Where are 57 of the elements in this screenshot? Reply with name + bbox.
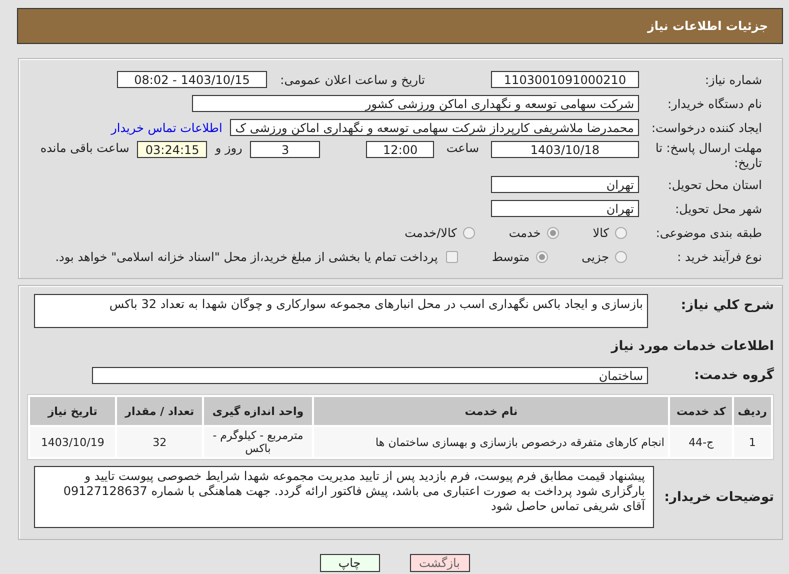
- section-heading: اطلاعات خدمات مورد نیاز: [611, 339, 774, 354]
- field-label: مهلت ارسال پاسخ: تا تاریخ:: [654, 141, 763, 171]
- table-cell: ج-44: [670, 427, 732, 457]
- table-cell: مترمربع - کیلوگرم - باکس: [204, 427, 312, 457]
- field-label: شهر محل تحویل:: [674, 202, 763, 216]
- radio-button[interactable]: [546, 226, 559, 238]
- buyer-notes-textarea[interactable]: پیشنهاد قیمت مطابق فرم پیوست، فرم بازدید پس از تایید مدیریت مجموعه شهدا شرایط خصوصی پیوست تایید و بارگزاری شود پرداخت به صورت اعتباری می باشد، پیش فاکتور ارائه گردد. جهت هماهنگی با شماره 09127128637 آقای شریفی تماس حاصل شود: [34, 466, 654, 528]
- column-header: ردیف: [734, 397, 771, 425]
- page-title-bar: جزئیات اطلاعات نیاز: [17, 8, 783, 44]
- city-field: تهران: [491, 200, 639, 217]
- field-label: شرح کلي نیاز:: [680, 297, 774, 313]
- field-label: شماره نیاز:: [704, 72, 763, 86]
- column-header: کد خدمت: [670, 397, 732, 425]
- field-label: استان محل تحویل:: [666, 178, 763, 192]
- field-label: طبقه بندی موضوعی:: [654, 226, 763, 240]
- field-label: توضیحات خریدار:: [663, 490, 774, 504]
- radio-button[interactable]: [462, 226, 475, 238]
- print-button[interactable]: چاپ: [320, 554, 380, 572]
- field-label: گروه خدمت:: [693, 368, 774, 383]
- back-button[interactable]: بازگشت: [410, 554, 470, 572]
- radio-button[interactable]: [615, 226, 627, 238]
- radio-label: متوسط: [492, 250, 530, 264]
- radio-label: جزیی: [582, 250, 609, 264]
- field-label: نام دستگاه خریدار:: [666, 96, 763, 110]
- field-label: ساعت باقی مانده: [40, 141, 130, 155]
- announce-date-field: 1403/10/15 - 08:02: [117, 71, 267, 88]
- contact-link[interactable]: اطلاعات تماس خریدار: [111, 120, 222, 134]
- table-cell: انجام کارهای متفرقه درخصوص بازسازی و بهسازی ساختمان ها: [314, 427, 668, 457]
- deadline-date-field: 1403/10/18: [491, 141, 639, 158]
- service-group-field: ساختمان: [92, 367, 648, 384]
- radio-label: کالا/خدمت: [404, 226, 457, 240]
- radio-button[interactable]: [536, 250, 548, 262]
- column-header: تاریخ نیاز: [30, 397, 116, 425]
- deadline-time-field: 12:00: [366, 141, 434, 158]
- need-number-field: 1103001091000210: [491, 71, 639, 88]
- days-field: 3: [250, 141, 320, 158]
- table-cell: 1: [734, 427, 771, 457]
- radio-label: خدمت: [508, 226, 541, 240]
- table-cell: 1403/10/19: [30, 427, 116, 457]
- radio-label: کالا: [592, 226, 609, 240]
- column-header: واحد اندازه گیری: [204, 397, 312, 425]
- province-field: تهران: [491, 176, 639, 193]
- payment-checkbox[interactable]: [446, 250, 458, 262]
- buyer-field: شرکت سهامی توسعه و نگهداری اماکن ورزشی کشور: [192, 95, 639, 112]
- field-label: ایجاد کننده درخواست:: [650, 120, 763, 134]
- field-label: ساعت: [446, 141, 479, 155]
- field-label: روز و: [215, 141, 242, 155]
- creator-field: محمدرضا ملاشریفی کارپرداز شرکت سهامی توسعه و نگهداری اماکن ورزشی ک: [230, 119, 639, 136]
- field-label: نوع فرآیند خرید :: [676, 250, 763, 264]
- field-label: تاریخ و ساعت اعلان عمومی:: [279, 72, 425, 86]
- remaining-time-field: 03:24:15: [137, 141, 208, 158]
- description-textarea[interactable]: بازسازی و ایجاد باکس نگهداری اسب در محل انبارهای مجموعه سوارکاری و چوگان شهدا به تعداد 32 باکس: [34, 294, 648, 328]
- column-header: نام خدمت: [314, 397, 668, 425]
- table-cell: 32: [117, 427, 202, 457]
- field-label: پرداخت تمام یا بخشی از مبلغ خرید،از محل "اسناد خزانه اسلامی" خواهد بود.: [55, 250, 438, 264]
- radio-button[interactable]: [615, 250, 627, 262]
- column-header: تعداد / مقدار: [117, 397, 202, 425]
